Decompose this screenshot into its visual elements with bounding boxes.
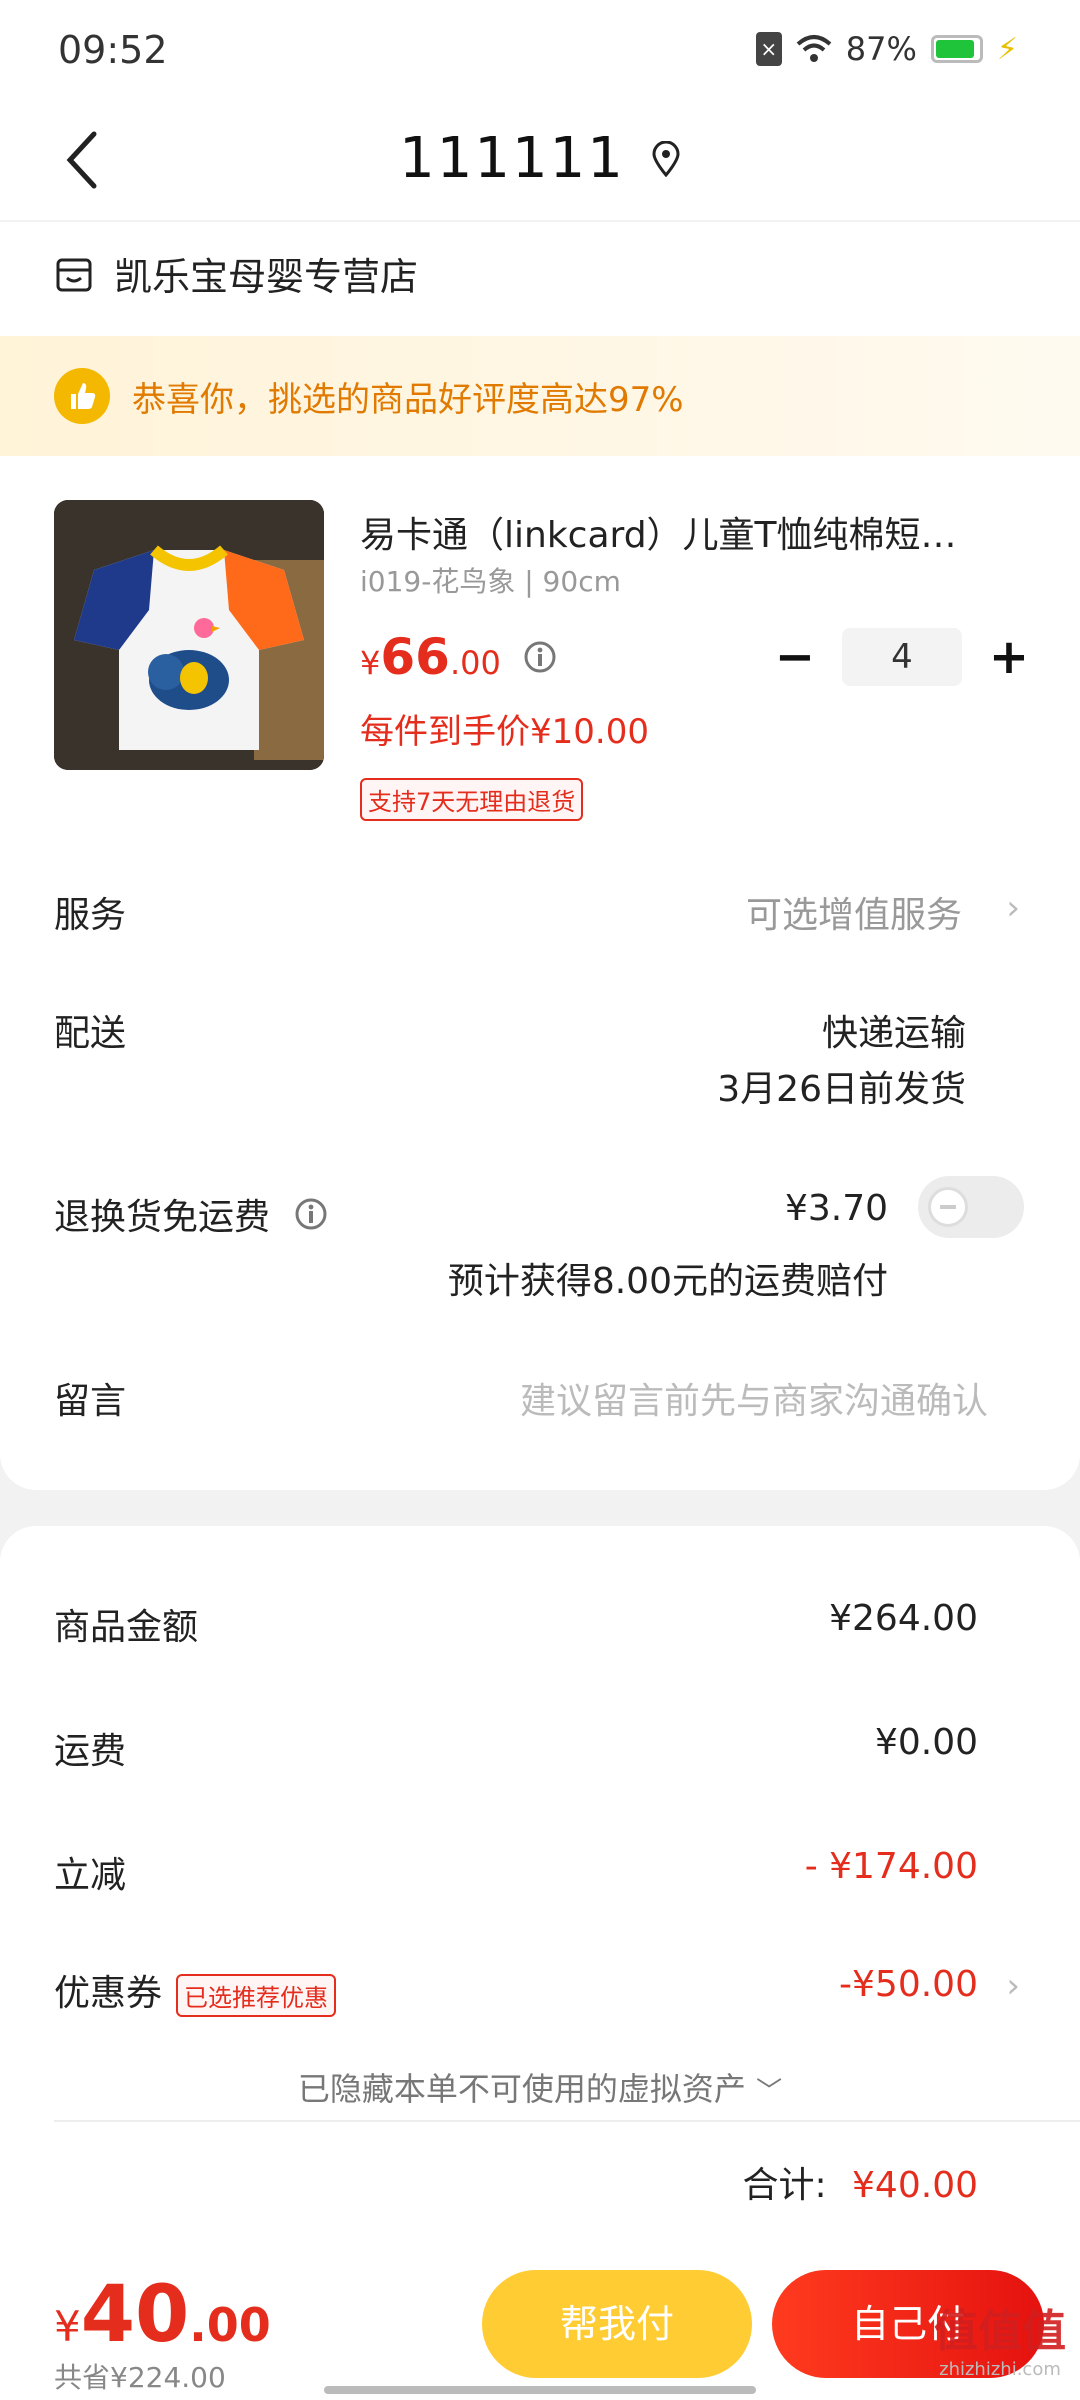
coupon-value: -¥50.00: [839, 1964, 978, 2005]
order-total: 合计: ¥40.00: [742, 2156, 978, 2208]
coupon-label-wrap: 优惠券 已选推荐优惠: [54, 1964, 337, 2017]
status-time: 09:52: [58, 28, 168, 72]
order-card: 凯乐宝母婴专营店 恭喜你，挑选的商品好评度高达97% 易卡通（linkcard）…: [0, 222, 1080, 1490]
wifi-icon: [796, 35, 832, 62]
divider: [54, 2120, 1080, 2122]
quantity-input[interactable]: 4: [842, 628, 962, 686]
info-icon[interactable]: [294, 1197, 328, 1231]
coupon-badge: 已选推荐优惠: [176, 1973, 337, 2017]
checkout-bar: ¥ 40 .00 共省¥224.00 帮我付 自己付 值值值 zhizhizhi…: [0, 2256, 1080, 2400]
info-icon[interactable]: [523, 640, 557, 674]
unit-price: 每件到手价¥10.00: [360, 712, 649, 752]
promo-text: 恭喜你，挑选的商品好评度高达97%: [132, 379, 684, 420]
chevron-right-icon: ›: [1006, 1966, 1020, 2006]
instant-discount-label: 立减: [54, 1855, 127, 1896]
watermark-url: zhizhizhi.com: [939, 2359, 1061, 2380]
status-icons: × 87% ⚡: [755, 30, 1018, 68]
product-spec[interactable]: i019-花鸟象 | 90cm: [360, 560, 621, 600]
product-item: 易卡通（linkcard）儿童T恤纯棉短… i019-花鸟象 | 90cm ¥ …: [54, 500, 1034, 821]
order-total-label: 合计:: [742, 2165, 827, 2206]
return-shipping-toggle[interactable]: [918, 1176, 1024, 1238]
hidden-assets-toggle[interactable]: 已隐藏本单不可使用的虚拟资产 ﹀: [0, 2064, 1080, 2110]
quantity-increase-button[interactable]: +: [984, 632, 1034, 682]
goods-amount-label: 商品金额: [54, 1607, 199, 1648]
battery-icon: [930, 35, 983, 63]
store-header[interactable]: 凯乐宝母婴专营店: [54, 246, 418, 301]
product-title[interactable]: 易卡通（linkcard）儿童T恤纯棉短…: [360, 506, 1000, 558]
hidden-assets-text: 已隐藏本单不可使用的虚拟资产: [297, 2070, 746, 2108]
watermark-logo: 值值值: [934, 2306, 1066, 2357]
return-policy-badge: 支持7天无理由退货: [360, 778, 584, 821]
store-icon: [56, 258, 92, 291]
product-image[interactable]: [54, 500, 324, 770]
service-value: 可选增值服务: [745, 895, 962, 936]
checkout-total: ¥ 40 .00: [54, 2270, 271, 2360]
store-name: 凯乐宝母婴专营店: [114, 255, 419, 299]
nav-bar: 111111: [0, 100, 1080, 220]
help-me-pay-button[interactable]: 帮我付: [482, 2270, 752, 2378]
home-indicator: [324, 2386, 756, 2394]
delivery-label: 配送: [54, 1013, 127, 1054]
quantity-stepper: − 4 +: [770, 628, 1034, 686]
shipping-value: ¥0.00: [874, 1722, 978, 1763]
battery-percent: 87%: [845, 30, 917, 68]
goods-amount-value: ¥264.00: [829, 1598, 978, 1639]
promo-banner: 恭喜你，挑选的商品好评度高达97%: [0, 336, 1080, 456]
coupon-label: 优惠券: [54, 1973, 163, 2014]
quantity-decrease-button[interactable]: −: [770, 632, 820, 682]
delivery-date: 3月26日前发货: [717, 1069, 966, 1110]
order-total-value: ¥40.00: [852, 2165, 978, 2206]
return-shipping-note: 预计获得8.00元的运费赔付: [447, 1261, 888, 1302]
price-summary-card: 商品金额 ¥264.00 运费 ¥0.00 立减 - ¥174.00 优惠券 已选…: [0, 1526, 1080, 2256]
return-shipping-price: ¥3.70: [784, 1188, 888, 1229]
chevron-right-icon: ›: [1006, 888, 1020, 928]
watermark: 值值值 zhizhizhi.com: [934, 2295, 1066, 2380]
location-pin-icon: [652, 140, 680, 177]
delivery-method: 快递运输: [821, 1013, 966, 1054]
shipping-label: 运费: [54, 1731, 127, 1772]
instant-discount-value: - ¥174.00: [804, 1846, 978, 1887]
thumbs-up-icon: [54, 368, 110, 424]
return-shipping-label: 退换货免运费: [54, 1197, 271, 1238]
address-selector[interactable]: 111111: [399, 126, 681, 191]
charging-icon: ⚡: [996, 31, 1018, 67]
return-shipping-label-wrap: 退换货免运费: [54, 1188, 328, 1240]
chevron-down-icon: ﹀: [756, 2077, 783, 2107]
service-label: 服务: [54, 895, 127, 936]
page-title: 111111: [399, 126, 625, 191]
message-label: 留言: [54, 1381, 127, 1422]
status-bar: 09:52 × 87% ⚡: [0, 0, 1080, 100]
message-input[interactable]: 建议留言前先与商家沟通确认: [520, 1372, 988, 1424]
product-price: ¥ 66 .00: [360, 628, 557, 686]
sim-icon: ×: [755, 32, 782, 66]
saved-amount: 共省¥224.00: [54, 2361, 226, 2394]
